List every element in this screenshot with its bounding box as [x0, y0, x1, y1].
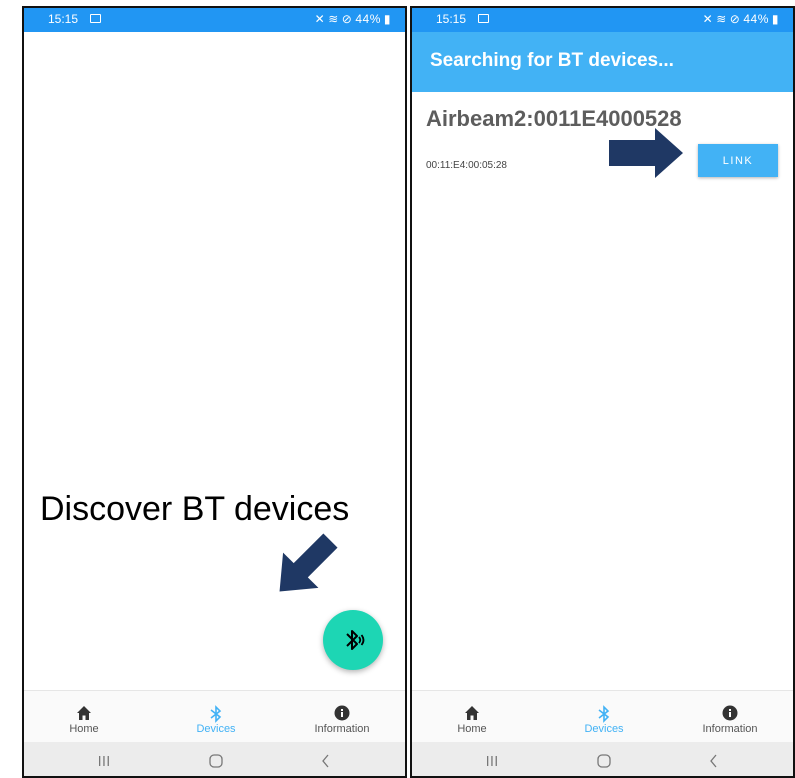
nav-label-information: Information: [702, 723, 758, 735]
wifi-icon: ≋: [716, 12, 727, 26]
info-icon: [334, 705, 350, 721]
system-home-icon[interactable]: [594, 751, 614, 771]
bottom-navigation: Home Devices Information: [412, 690, 793, 743]
nav-label-home: Home: [457, 723, 487, 735]
status-indicators: ✕ ≋ ⊘ 44% ▮: [700, 12, 779, 26]
bluetooth-searching-icon: [346, 630, 365, 650]
battery-level: 44%: [355, 12, 381, 26]
discover-bluetooth-button[interactable]: [323, 610, 383, 670]
nav-item-devices[interactable]: Devices: [156, 691, 276, 743]
nav-label-devices: Devices: [196, 723, 236, 735]
page-title: Searching for BT devices...: [430, 50, 674, 71]
battery-icon: ▮: [383, 12, 391, 26]
battery-level: 44%: [743, 12, 769, 26]
nav-item-home[interactable]: Home: [24, 691, 144, 743]
nav-label-devices: Devices: [584, 723, 624, 735]
info-icon: [722, 705, 738, 721]
status-time: 15:15: [48, 12, 79, 26]
back-icon[interactable]: [704, 751, 724, 771]
image-notification-icon: [478, 14, 489, 23]
system-navigation-bar: [24, 742, 405, 776]
status-bar: 15:15 ✕ ≋ ⊘ 44% ▮: [24, 8, 405, 32]
right-phone-screen: 15:15 ✕ ≋ ⊘ 44% ▮ Searching for BT devices..…: [410, 6, 795, 778]
status-bar: 15:15 ✕ ≋ ⊘ 44% ▮: [412, 8, 793, 32]
status-time: 15:15: [436, 12, 467, 26]
nav-item-information[interactable]: Information: [282, 691, 402, 743]
battery-icon: ▮: [771, 12, 779, 26]
link-button[interactable]: LINK: [698, 144, 778, 177]
do-not-disturb-icon: ⊘: [341, 12, 353, 26]
image-notification-icon: [90, 14, 101, 23]
status-indicators: ✕ ≋ ⊘ 44% ▮: [312, 12, 391, 26]
recent-apps-icon[interactable]: [482, 751, 502, 771]
nav-label-information: Information: [314, 723, 370, 735]
arrow-to-link-button-icon: [609, 128, 683, 178]
arrow-to-discover-button-icon: [279, 533, 338, 592]
system-home-icon[interactable]: [206, 751, 226, 771]
system-navigation-bar: [412, 742, 793, 776]
bottom-navigation: Home Devices Information: [24, 690, 405, 743]
recent-apps-icon[interactable]: [94, 751, 114, 771]
home-icon: [77, 706, 91, 720]
app-bar: Searching for BT devices...: [412, 32, 793, 92]
bluetooth-icon: [598, 705, 610, 723]
discover-annotation-label: Discover BT devices: [40, 490, 350, 528]
wifi-icon: ≋: [328, 12, 339, 26]
nav-item-home[interactable]: Home: [412, 691, 532, 743]
nav-label-home: Home: [69, 723, 99, 735]
nav-item-devices[interactable]: Devices: [544, 691, 664, 743]
home-icon: [465, 706, 479, 720]
left-phone-screen: 15:15 ✕ ≋ ⊘ 44% ▮ Home Devices Information: [22, 6, 407, 778]
nav-item-information[interactable]: Information: [670, 691, 790, 743]
bluetooth-icon: [210, 705, 222, 723]
device-address: 00:11:E4:00:05:28: [426, 160, 507, 171]
back-icon[interactable]: [316, 751, 336, 771]
do-not-disturb-icon: ⊘: [729, 12, 741, 26]
mute-icon: ✕: [314, 12, 326, 26]
mute-icon: ✕: [702, 12, 714, 26]
